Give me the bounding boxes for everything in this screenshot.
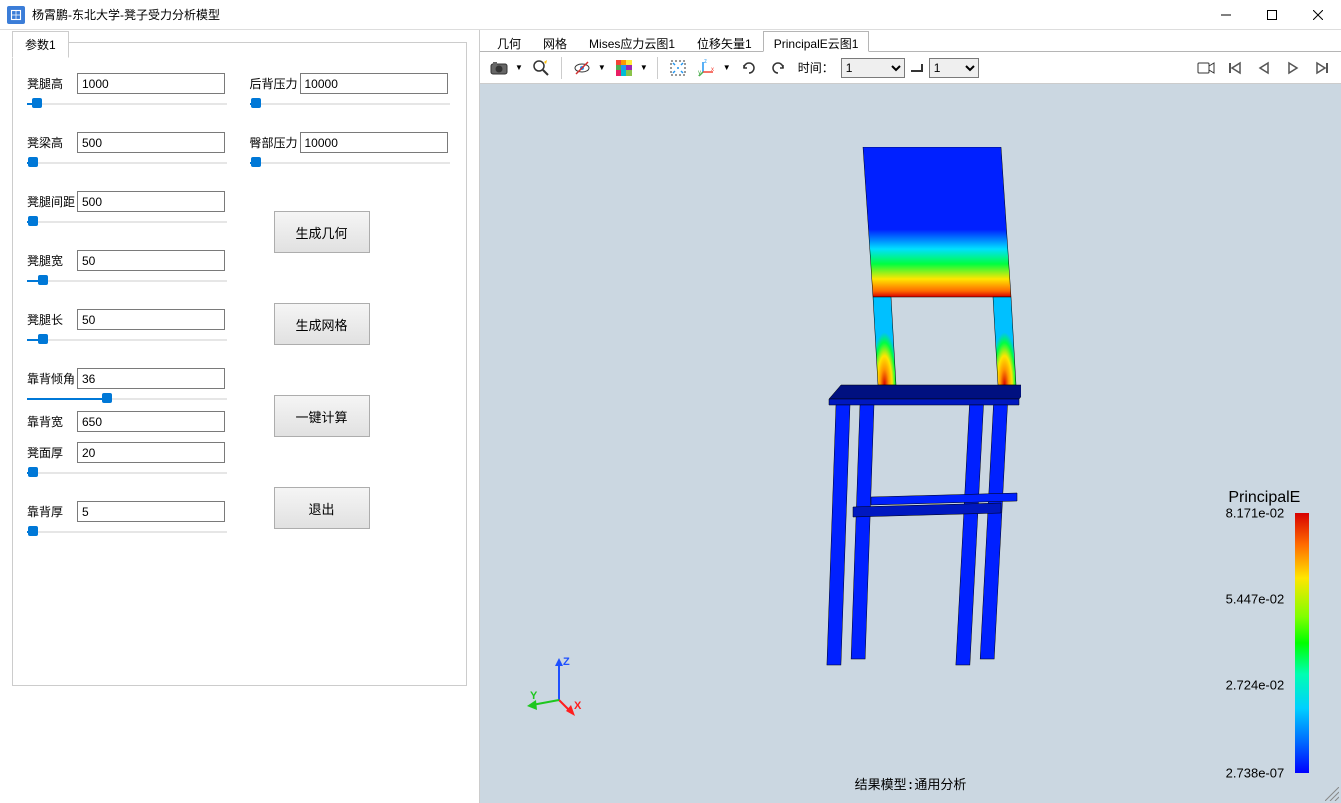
params-tab[interactable]: 参数1 [12, 31, 69, 58]
time-label: 时间： [798, 59, 834, 76]
svg-text:Y: Y [530, 690, 538, 702]
next-frame-icon[interactable] [1309, 55, 1335, 81]
visibility-dropdown[interactable]: ▼ [596, 63, 608, 72]
time-select[interactable]: 1 [841, 58, 905, 78]
tab-geometry[interactable]: 几何 [486, 31, 532, 52]
label-leg-length: 凳腿长 [27, 311, 77, 328]
legend-value-2: 2.724e-02 [1226, 677, 1285, 692]
maximize-button[interactable] [1249, 0, 1295, 30]
slider-back-pressure[interactable] [250, 102, 450, 106]
legend-value-0: 8.171e-02 [1226, 506, 1285, 521]
result-model-label: 结果模型:通用分析 [855, 774, 967, 793]
camera-dropdown[interactable]: ▼ [513, 63, 525, 72]
first-frame-icon[interactable] [1222, 55, 1248, 81]
frame-end-icon[interactable] [908, 55, 926, 81]
slider-leg-width[interactable] [27, 279, 227, 283]
input-leg-height[interactable] [77, 73, 225, 94]
svg-text:x: x [711, 67, 714, 73]
play-icon[interactable] [1280, 55, 1306, 81]
input-hip-pressure[interactable] [300, 132, 448, 153]
svg-text:Z: Z [563, 656, 570, 668]
viewport-3d[interactable]: Z X Y PrincipalE 8.171e-02 5.447e-02 2.7… [480, 84, 1341, 803]
slider-beam-height[interactable] [27, 161, 227, 165]
slider-hip-pressure[interactable] [250, 161, 450, 165]
tab-princip#[interactable]: PrincipalE云图1 [763, 31, 870, 52]
color-legend: PrincipalE 8.171e-02 5.447e-02 2.724e-02… [1220, 489, 1309, 773]
compute-button[interactable]: 一键计算 [274, 395, 370, 437]
svg-text:X: X [574, 700, 582, 712]
tab-mesh[interactable]: 网格 [532, 31, 578, 52]
input-seat-thick[interactable] [77, 442, 225, 463]
parameters-panel: 参数1 凳腿高 凳梁高 凳腿间距 凳腿宽 凳腿长 靠背倾角 靠背宽 凳面厚 靠背… [0, 30, 479, 803]
app-icon [7, 6, 25, 24]
label-seat-thick: 凳面厚 [27, 444, 77, 461]
visibility-icon[interactable] [569, 55, 595, 81]
fit-view-icon[interactable] [665, 55, 691, 81]
generate-geometry-button[interactable]: 生成几何 [274, 211, 370, 253]
frame-select[interactable]: 1 [929, 58, 979, 78]
label-back-angle: 靠背倾角 [27, 370, 77, 387]
input-leg-length[interactable] [77, 309, 225, 330]
prev-frame-icon[interactable] [1251, 55, 1277, 81]
slider-leg-spacing[interactable] [27, 220, 227, 224]
input-back-width[interactable] [77, 411, 225, 432]
label-back-thick: 靠背厚 [27, 503, 77, 520]
chair-model [801, 147, 1021, 687]
viewport-toolbar: ▼ ▼ ▼ zx y ▼ 时间： 1 1 [480, 52, 1341, 84]
slider-back-thick[interactable] [27, 530, 227, 534]
slider-seat-thick[interactable] [27, 471, 227, 475]
titlebar: 杨霄鹏-东北大学-凳子受力分析模型 [0, 0, 1341, 30]
label-leg-width: 凳腿宽 [27, 252, 77, 269]
legend-colorbar [1295, 513, 1309, 773]
svg-text:z: z [704, 59, 707, 65]
input-back-angle[interactable] [77, 368, 225, 389]
record-icon[interactable] [1193, 55, 1219, 81]
svg-text:y: y [698, 70, 701, 76]
legend-value-1: 5.447e-02 [1226, 591, 1285, 606]
input-beam-height[interactable] [77, 132, 225, 153]
camera-icon[interactable] [486, 55, 512, 81]
rotate-cw-icon[interactable] [765, 55, 791, 81]
input-leg-spacing[interactable] [77, 191, 225, 212]
tab-displacement[interactable]: 位移矢量1 [686, 31, 763, 52]
window-title: 杨霄鹏-东北大学-凳子受力分析模型 [32, 6, 1203, 23]
input-back-pressure[interactable] [300, 73, 448, 94]
colormap-dropdown[interactable]: ▼ [638, 63, 650, 72]
label-beam-height: 凳梁高 [27, 134, 77, 151]
close-button[interactable] [1295, 0, 1341, 30]
slider-leg-length[interactable] [27, 338, 227, 342]
input-leg-width[interactable] [77, 250, 225, 271]
zoom-icon[interactable] [528, 55, 554, 81]
axes-dropdown[interactable]: ▼ [721, 63, 733, 72]
label-back-pressure: 后背压力 [250, 75, 300, 92]
generate-mesh-button[interactable]: 生成网格 [274, 303, 370, 345]
label-leg-height: 凳腿高 [27, 75, 77, 92]
label-leg-spacing: 凳腿间距 [27, 193, 77, 210]
label-hip-pressure: 臀部压力 [250, 134, 300, 151]
legend-title: PrincipalE [1220, 489, 1309, 507]
legend-value-3: 2.738e-07 [1226, 766, 1285, 781]
input-back-thick[interactable] [77, 501, 225, 522]
exit-button[interactable]: 退出 [274, 487, 370, 529]
axis-gizmo: Z X Y [524, 655, 594, 725]
rotate-ccw-icon[interactable] [736, 55, 762, 81]
slider-back-angle[interactable] [27, 397, 227, 401]
minimize-button[interactable] [1203, 0, 1249, 30]
label-back-width: 靠背宽 [27, 413, 77, 430]
visualization-panel: 几何 网格 Mises应力云图1 位移矢量1 PrincipalE云图1 ▼ ▼… [479, 30, 1341, 803]
tab-mises[interactable]: Mises应力云图1 [578, 31, 686, 52]
slider-leg-height[interactable] [27, 102, 227, 106]
colormap-icon[interactable] [611, 55, 637, 81]
axes-icon[interactable]: zx y [694, 55, 720, 81]
view-tabs: 几何 网格 Mises应力云图1 位移矢量1 PrincipalE云图1 [480, 30, 1341, 52]
resize-grip-icon[interactable] [1325, 787, 1339, 801]
